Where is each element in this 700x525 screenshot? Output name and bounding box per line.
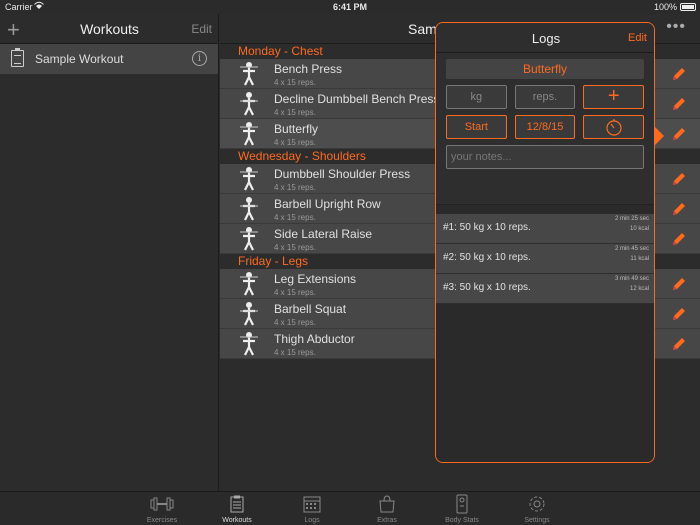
- exercise-figure-icon: [238, 301, 260, 327]
- tab-bar: Exercises Workouts Logs Extras Body Stat…: [0, 491, 700, 525]
- tab-workouts[interactable]: Workouts: [207, 494, 267, 524]
- logs-edit-button[interactable]: Edit: [628, 32, 647, 44]
- log-entry-kcal: 11 kcal: [630, 256, 649, 262]
- tab-label: Settings: [524, 517, 550, 524]
- tab-extras[interactable]: Extras: [357, 494, 417, 524]
- workouts-nav-bar: + Workouts Edit: [0, 14, 218, 44]
- exercise-name: Barbell Squat: [274, 302, 347, 316]
- pencil-icon[interactable]: [670, 200, 688, 218]
- battery-icon: [680, 3, 696, 11]
- workouts-pane: + Workouts Edit Sample Workout i: [0, 14, 219, 491]
- exercise-reps: 4 x 15 reps.: [274, 288, 316, 297]
- tab-settings[interactable]: Settings: [507, 494, 567, 524]
- exercise-reps: 4 x 15 reps.: [274, 243, 316, 252]
- tab-exercises[interactable]: Exercises: [132, 494, 192, 524]
- logs-nav-bar: Logs Edit: [436, 23, 654, 53]
- weight-input[interactable]: kg: [446, 85, 507, 109]
- reps-input[interactable]: reps.: [514, 85, 576, 109]
- status-time: 6:41 PM: [332, 2, 367, 12]
- exercise-name: Decline Dumbbell Bench Press: [274, 92, 440, 106]
- status-bar: Carrier 6:41 PM 100%: [0, 0, 700, 14]
- pencil-icon[interactable]: [670, 305, 688, 323]
- exercise-figure-icon: [238, 61, 260, 87]
- workout-list-item[interactable]: Sample Workout i: [0, 44, 218, 74]
- logs-title: Logs: [531, 31, 561, 46]
- log-exercise-name[interactable]: Butterfly: [446, 59, 644, 79]
- gear-icon: [529, 496, 545, 512]
- date-button[interactable]: 12/8/15: [514, 115, 576, 139]
- log-entry-row[interactable]: #2: 50 kg x 10 reps. 2 min 45 sec 11 kcal: [436, 244, 654, 274]
- exercise-name: Butterfly: [274, 122, 319, 136]
- exercise-reps: 4 x 15 reps.: [274, 138, 316, 147]
- pencil-icon[interactable]: [670, 170, 688, 188]
- bag-icon: [379, 495, 395, 513]
- exercise-reps: 4 x 15 reps.: [274, 318, 316, 327]
- log-entry-text: #2: 50 kg x 10 reps.: [443, 252, 531, 263]
- log-list-spacer: [436, 205, 654, 214]
- log-entry-duration: 2 min 25 sec: [614, 216, 649, 222]
- clipboard-icon: [230, 495, 244, 513]
- exercise-name: Barbell Upright Row: [274, 197, 381, 211]
- workouts-edit-button[interactable]: Edit: [191, 22, 212, 36]
- exercise-reps: 4 x 15 reps.: [274, 108, 316, 117]
- log-entry-kcal: 10 kcal: [629, 226, 649, 232]
- log-entry-text: #3: 50 kg x 10 reps.: [443, 282, 531, 293]
- battery-percent: 100%: [653, 2, 677, 12]
- exercise-name: Dumbbell Shoulder Press: [274, 167, 411, 181]
- pencil-icon[interactable]: [670, 95, 688, 113]
- detail-title: Sam: [408, 21, 437, 37]
- tab-logs[interactable]: Logs: [282, 494, 342, 524]
- calendar-icon: [303, 496, 321, 513]
- add-log-button[interactable]: +: [583, 85, 645, 109]
- exercise-figure-icon: [238, 91, 260, 117]
- exercise-figure-icon: [238, 226, 260, 252]
- log-entry-row[interactable]: #3: 50 kg x 10 reps. 3 min 49 sec 12 kcal: [436, 274, 654, 304]
- tab-label: Body Stats: [445, 517, 479, 524]
- tab-label: Workouts: [222, 517, 252, 524]
- tab-label: Exercises: [146, 517, 178, 524]
- pencil-icon[interactable]: [670, 335, 688, 353]
- exercise-name: Bench Press: [274, 62, 343, 76]
- stopwatch-icon: [606, 119, 622, 136]
- pencil-icon[interactable]: [670, 65, 688, 83]
- dumbbell-icon: [150, 497, 174, 511]
- pencil-icon[interactable]: [670, 230, 688, 248]
- exercise-reps: 4 x 15 reps.: [274, 213, 316, 222]
- log-entry-text: #1: 50 kg x 10 reps.: [443, 222, 531, 233]
- exercise-figure-icon: [238, 121, 260, 147]
- exercise-name: Leg Extensions: [274, 272, 357, 286]
- timer-button[interactable]: [583, 115, 645, 139]
- info-icon[interactable]: i: [192, 51, 207, 66]
- exercise-reps: 4 x 15 reps.: [274, 348, 316, 357]
- workouts-title: Workouts: [80, 21, 139, 37]
- log-entry-kcal: 12 kcal: [629, 286, 649, 292]
- popover-arrow: [654, 126, 664, 146]
- exercise-figure-icon: [238, 331, 260, 357]
- clipboard-icon: [11, 48, 24, 67]
- more-button[interactable]: •••: [666, 18, 686, 36]
- scale-icon: [456, 494, 468, 514]
- start-button[interactable]: Start: [446, 115, 507, 139]
- log-entry-duration: 3 min 49 sec: [614, 276, 649, 282]
- log-list: #1: 50 kg x 10 reps. 2 min 25 sec 10 kcal #…: [436, 205, 654, 462]
- notes-input[interactable]: your notes...: [446, 145, 644, 169]
- exercise-name: Thigh Abductor: [274, 332, 355, 346]
- log-entry-row[interactable]: #1: 50 kg x 10 reps. 2 min 25 sec 10 kcal: [436, 214, 654, 244]
- tab-label: Extras: [377, 517, 397, 524]
- exercise-reps: 4 x 15 reps.: [274, 183, 316, 192]
- log-entry-duration: 2 min 45 sec: [614, 246, 649, 252]
- tab-body-stats[interactable]: Body Stats: [432, 494, 492, 524]
- exercise-figure-icon: [238, 196, 260, 222]
- pencil-icon[interactable]: [670, 125, 688, 143]
- workout-label: Sample Workout: [35, 52, 124, 66]
- log-entry-form: Butterfly kg reps. + Start 12/8/15 your …: [436, 53, 654, 205]
- pencil-icon[interactable]: [670, 275, 688, 293]
- exercise-reps: 4 x 15 reps.: [274, 78, 316, 87]
- exercise-figure-icon: [238, 166, 260, 192]
- logs-popover: Logs Edit Butterfly kg reps. + Start 12/…: [435, 22, 655, 463]
- exercise-name: Side Lateral Raise: [274, 227, 373, 241]
- exercise-figure-icon: [238, 271, 260, 297]
- tab-label: Logs: [304, 517, 320, 524]
